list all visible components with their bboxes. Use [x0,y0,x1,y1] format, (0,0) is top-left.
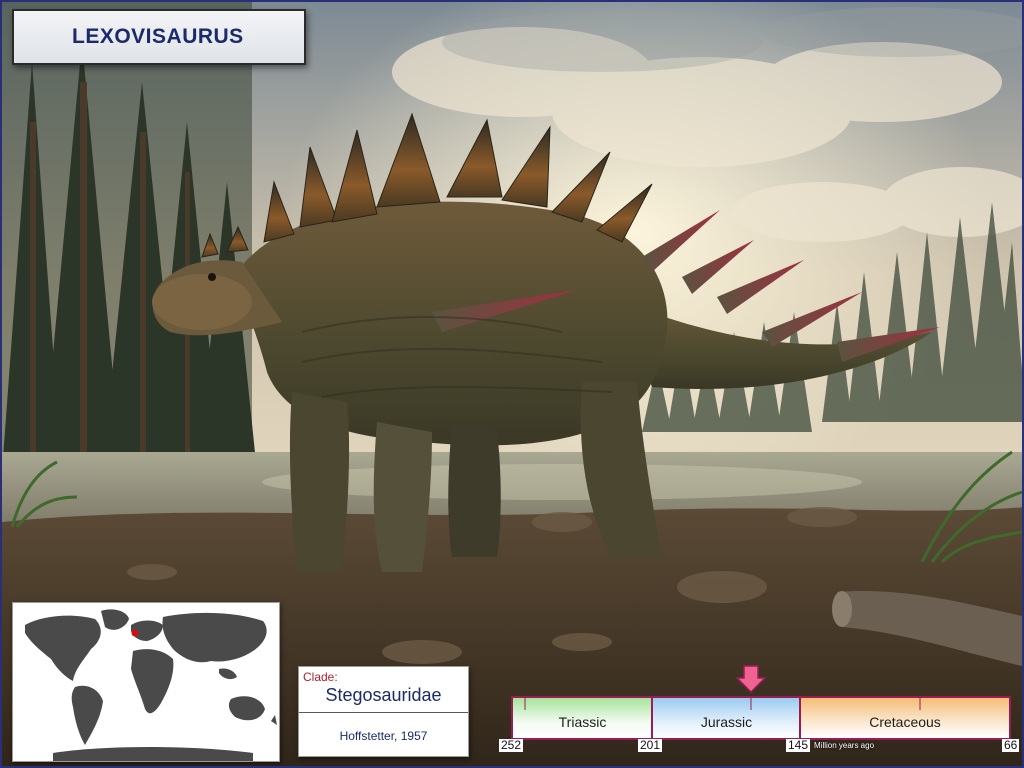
location-marker [131,629,139,637]
species-title-box: LEXOVISAURUS [12,9,306,65]
clade-label: Clade: [303,670,338,684]
world-map-panel [12,602,280,762]
clade-name: Stegosauridae [325,685,442,705]
infographic-card: LEXOVISAURUS Clade: Stegosauridae Hoffst… [0,0,1024,768]
clade-panel: Clade: Stegosauridae Hoffstetter, 1957 [298,666,469,757]
species-title: LEXOVISAURUS [72,25,244,48]
clade-divider [299,712,468,713]
world-map [25,609,277,761]
clade-author: Hoffstetter, 1957 [339,729,428,743]
